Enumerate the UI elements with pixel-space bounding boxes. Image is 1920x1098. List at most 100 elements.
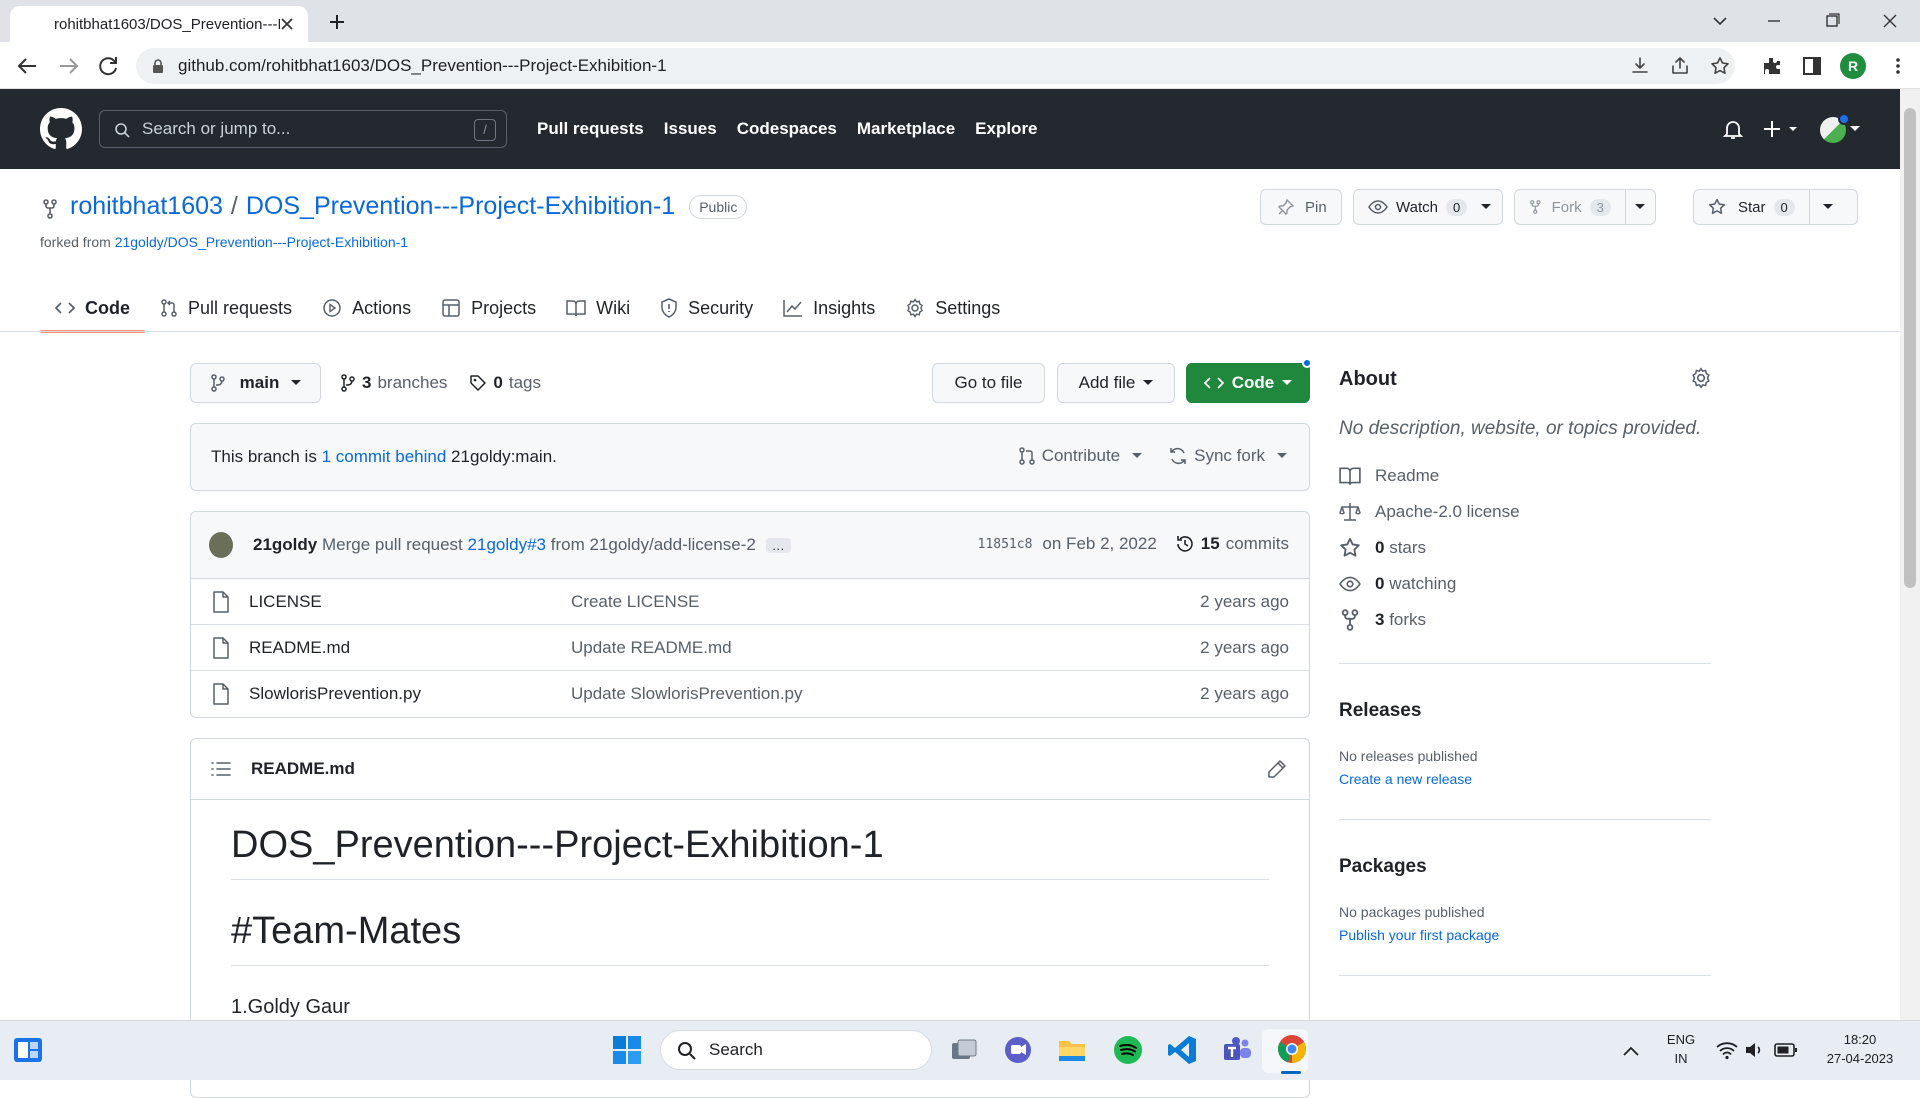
tab-pull-requests[interactable]: Pull requests <box>145 284 307 332</box>
fork-button[interactable]: Fork 3 <box>1514 189 1656 225</box>
file-row[interactable]: README.md Update README.md 2 years ago <box>191 625 1309 671</box>
about-stars-link[interactable]: 0 stars <box>1339 537 1426 559</box>
minimize-icon[interactable] <box>1754 6 1794 36</box>
install-app-icon[interactable] <box>1628 54 1652 78</box>
nav-issues[interactable]: Issues <box>664 119 717 139</box>
input-language[interactable]: ENG IN <box>1664 1030 1698 1068</box>
side-panel-icon[interactable] <box>1800 54 1824 78</box>
repo-name-link[interactable]: DOS_Prevention---Project-Exhibition-1 <box>246 192 675 221</box>
reload-icon[interactable] <box>94 52 122 80</box>
spotify-icon[interactable] <box>1112 1034 1144 1066</box>
fork-dropdown[interactable] <box>1624 190 1655 224</box>
tab-actions[interactable]: Actions <box>307 284 426 332</box>
profile-avatar[interactable]: R <box>1840 53 1866 79</box>
new-tab-icon[interactable] <box>322 8 352 36</box>
file-row[interactable]: LICENSE Create LICENSE 2 years ago <box>191 579 1309 625</box>
battery-icon[interactable] <box>1774 1042 1798 1058</box>
branches-link[interactable]: 3 branches <box>340 373 447 393</box>
nav-pull-requests[interactable]: Pull requests <box>537 119 644 139</box>
browser-menu-icon[interactable] <box>1886 54 1910 78</box>
notifications-bell-icon[interactable] <box>1721 117 1745 141</box>
volume-icon[interactable] <box>1744 1040 1764 1060</box>
tab-projects[interactable]: Projects <box>426 284 551 332</box>
branch-select-button[interactable]: main <box>190 363 321 403</box>
vscode-icon[interactable] <box>1166 1034 1198 1066</box>
widgets-icon[interactable] <box>12 1034 44 1066</box>
file-commit-message[interactable]: Create LICENSE <box>571 592 700 612</box>
commit-author[interactable]: 21goldy <box>253 535 317 555</box>
about-readme-link[interactable]: Readme <box>1339 465 1439 487</box>
create-new-plus-icon[interactable] <box>1762 117 1802 141</box>
tab-search-chevron-icon[interactable] <box>1700 6 1740 36</box>
outline-list-icon[interactable] <box>211 760 231 778</box>
publish-package-link[interactable]: Publish your first package <box>1339 927 1499 943</box>
teams-chat-icon[interactable] <box>1002 1034 1034 1066</box>
commit-sha[interactable]: 11851c8 <box>978 537 1033 552</box>
tab-code[interactable]: Code <box>40 284 145 333</box>
windows-start-icon[interactable] <box>611 1034 643 1066</box>
share-icon[interactable] <box>1668 54 1692 78</box>
system-clock[interactable]: 18:20 27-04-2023 <box>1810 1030 1910 1068</box>
star-button[interactable]: Star 0 <box>1693 189 1858 225</box>
wifi-icon[interactable] <box>1716 1040 1738 1060</box>
github-logo-icon[interactable] <box>40 108 82 150</box>
sync-fork-dropdown[interactable]: Sync fork <box>1168 446 1287 466</box>
nav-marketplace[interactable]: Marketplace <box>857 119 955 139</box>
chrome-icon[interactable] <box>1276 1033 1308 1065</box>
commits-behind-link[interactable]: 1 commit behind <box>322 447 447 467</box>
readme-filename[interactable]: README.md <box>251 759 355 779</box>
browser-tab[interactable]: rohitbhat1603/DOS_Prevention---Project-E… <box>10 6 308 42</box>
repo-owner-link[interactable]: rohitbhat1603 <box>70 192 223 221</box>
create-release-link[interactable]: Create a new release <box>1339 771 1472 787</box>
avatar-dropdown-caret-icon[interactable] <box>1850 125 1860 133</box>
close-window-icon[interactable] <box>1870 6 1910 36</box>
tags-link[interactable]: 0 tags <box>469 373 541 393</box>
file-name[interactable]: LICENSE <box>249 592 571 612</box>
extensions-icon[interactable] <box>1760 54 1784 78</box>
commit-message-prefix[interactable]: Merge pull request <box>322 535 463 555</box>
restore-icon[interactable] <box>1812 6 1852 36</box>
add-file-button[interactable]: Add file <box>1057 363 1175 403</box>
forked-from-link[interactable]: 21goldy/DOS_Prevention---Project-Exhibit… <box>115 234 408 250</box>
file-explorer-icon[interactable] <box>1056 1034 1088 1066</box>
forward-icon[interactable] <box>54 52 82 80</box>
page-scrollbar-thumb[interactable] <box>1904 108 1916 588</box>
bookmark-star-icon[interactable] <box>1708 54 1732 78</box>
file-name[interactable]: SlowlorisPrevention.py <box>249 684 571 704</box>
tab-insights[interactable]: Insights <box>768 284 890 332</box>
commit-message-suffix[interactable]: from 21goldy/add-license-2 <box>551 535 756 555</box>
about-license-link[interactable]: Apache-2.0 license <box>1339 501 1520 523</box>
file-row[interactable]: SlowlorisPrevention.py Update SlowlorisP… <box>191 671 1309 717</box>
go-to-file-button[interactable]: Go to file <box>932 363 1045 403</box>
about-settings-gear-icon[interactable] <box>1690 367 1712 389</box>
file-commit-message[interactable]: Update SlowlorisPrevention.py <box>571 684 803 704</box>
releases-heading[interactable]: Releases <box>1339 700 1421 722</box>
tab-wiki[interactable]: Wiki <box>551 284 645 332</box>
commits-history-link[interactable]: 15 commits <box>1175 534 1289 554</box>
file-name[interactable]: README.md <box>249 638 571 658</box>
pin-button[interactable]: Pin <box>1260 189 1342 225</box>
star-dropdown[interactable] <box>1808 190 1847 224</box>
nav-explore[interactable]: Explore <box>975 119 1037 139</box>
tab-settings[interactable]: Settings <box>890 284 1015 332</box>
back-icon[interactable] <box>14 52 42 80</box>
address-bar[interactable]: github.com/rohitbhat1603/DOS_Prevention-… <box>136 48 1735 84</box>
teams-icon[interactable] <box>1221 1034 1253 1066</box>
packages-heading[interactable]: Packages <box>1339 856 1427 878</box>
commit-expand-ellipsis[interactable]: … <box>765 537 791 553</box>
global-search-input[interactable]: Search or jump to... / <box>99 110 507 148</box>
commit-author-avatar[interactable] <box>209 532 233 558</box>
about-watching-link[interactable]: 0 watching <box>1339 573 1456 595</box>
tab-security[interactable]: Security <box>645 284 768 332</box>
show-hidden-icons-chevron-icon[interactable] <box>1622 1045 1640 1057</box>
commit-pr-link[interactable]: 21goldy#3 <box>468 535 546 555</box>
task-view-icon[interactable] <box>948 1034 980 1066</box>
contribute-dropdown[interactable]: Contribute <box>1018 446 1143 466</box>
taskbar-search-box[interactable]: Search <box>660 1030 932 1070</box>
tab-close-icon[interactable] <box>280 17 294 31</box>
file-commit-message[interactable]: Update README.md <box>571 638 732 658</box>
code-dropdown-button[interactable]: Code <box>1186 363 1310 403</box>
nav-codespaces[interactable]: Codespaces <box>737 119 837 139</box>
watch-button[interactable]: Watch 0 <box>1353 189 1503 225</box>
edit-pencil-icon[interactable] <box>1267 759 1287 779</box>
